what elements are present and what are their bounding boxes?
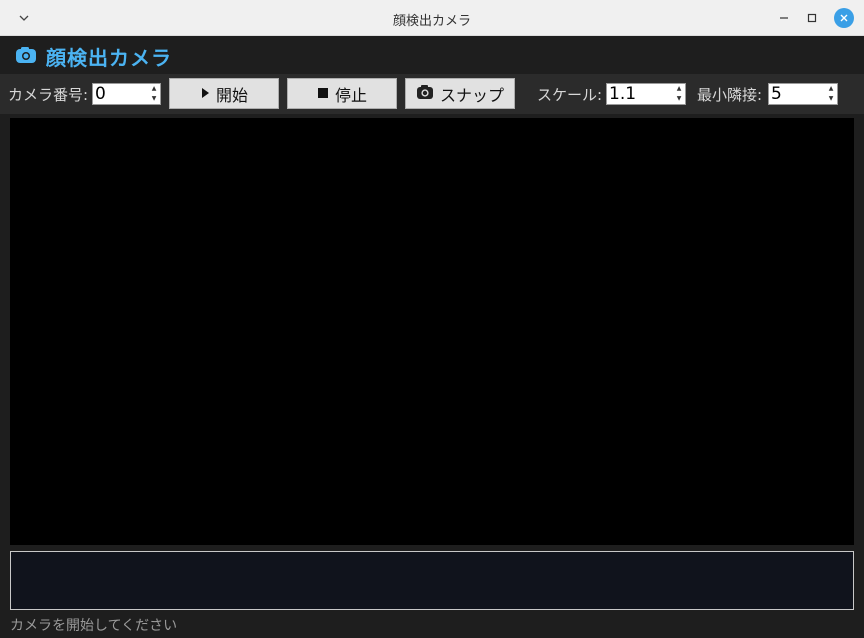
app-header: 顔検出カメラ bbox=[0, 36, 864, 74]
stop-icon bbox=[317, 84, 329, 103]
minimize-icon bbox=[780, 17, 788, 19]
snap-button[interactable]: スナップ bbox=[405, 78, 515, 109]
camera-icon bbox=[416, 84, 434, 104]
spin-down-icon[interactable]: ▼ bbox=[677, 95, 682, 103]
camera-number-spinbox[interactable]: 0 ▲ ▼ bbox=[92, 83, 161, 105]
min-neighbors-spinbox[interactable]: 5 ▲ ▼ bbox=[768, 83, 838, 105]
camera-number-value: 0 bbox=[95, 84, 106, 104]
camera-icon bbox=[15, 46, 37, 64]
start-button[interactable]: 開始 bbox=[169, 78, 279, 109]
scale-spinbox[interactable]: 1.1 ▲ ▼ bbox=[606, 83, 686, 105]
spin-up-icon[interactable]: ▲ bbox=[829, 85, 834, 93]
min-neighbors-label: 最小隣接: bbox=[697, 86, 763, 104]
play-icon bbox=[200, 84, 210, 103]
close-button[interactable] bbox=[834, 8, 854, 28]
maximize-button[interactable] bbox=[802, 8, 822, 28]
stop-button[interactable]: 停止 bbox=[287, 78, 397, 109]
start-button-label: 開始 bbox=[215, 85, 248, 105]
spin-up-icon[interactable]: ▲ bbox=[677, 85, 682, 93]
spin-down-icon[interactable]: ▼ bbox=[829, 95, 834, 103]
camera-number-label: カメラ番号: bbox=[8, 86, 89, 104]
video-preview bbox=[10, 118, 854, 545]
spin-arrows[interactable]: ▲ ▼ bbox=[149, 85, 159, 103]
log-panel[interactable] bbox=[10, 551, 854, 610]
spin-arrows[interactable]: ▲ ▼ bbox=[826, 85, 836, 103]
toolbar: カメラ番号: 0 ▲ ▼ 開始 停止 スナップ スケール: 1.1 ▲ ▼ 最小隣 bbox=[0, 74, 864, 114]
maximize-icon bbox=[807, 13, 817, 23]
scale-value: 1.1 bbox=[609, 84, 637, 104]
close-icon bbox=[840, 14, 848, 22]
window-title: 顔検出カメラ bbox=[392, 14, 471, 29]
spin-arrows[interactable]: ▲ ▼ bbox=[674, 85, 684, 103]
spin-down-icon[interactable]: ▼ bbox=[152, 95, 157, 103]
title-bar: 顔検出カメラ bbox=[0, 0, 864, 36]
stop-button-label: 停止 bbox=[334, 85, 367, 105]
minimize-button[interactable] bbox=[774, 8, 794, 28]
status-text: カメラを開始してください bbox=[10, 618, 178, 634]
app-title: 顔検出カメラ bbox=[46, 46, 172, 70]
snap-button-label: スナップ bbox=[439, 85, 504, 105]
spin-up-icon[interactable]: ▲ bbox=[152, 85, 157, 93]
scale-label: スケール: bbox=[537, 86, 603, 104]
min-neighbors-value: 5 bbox=[771, 84, 782, 104]
